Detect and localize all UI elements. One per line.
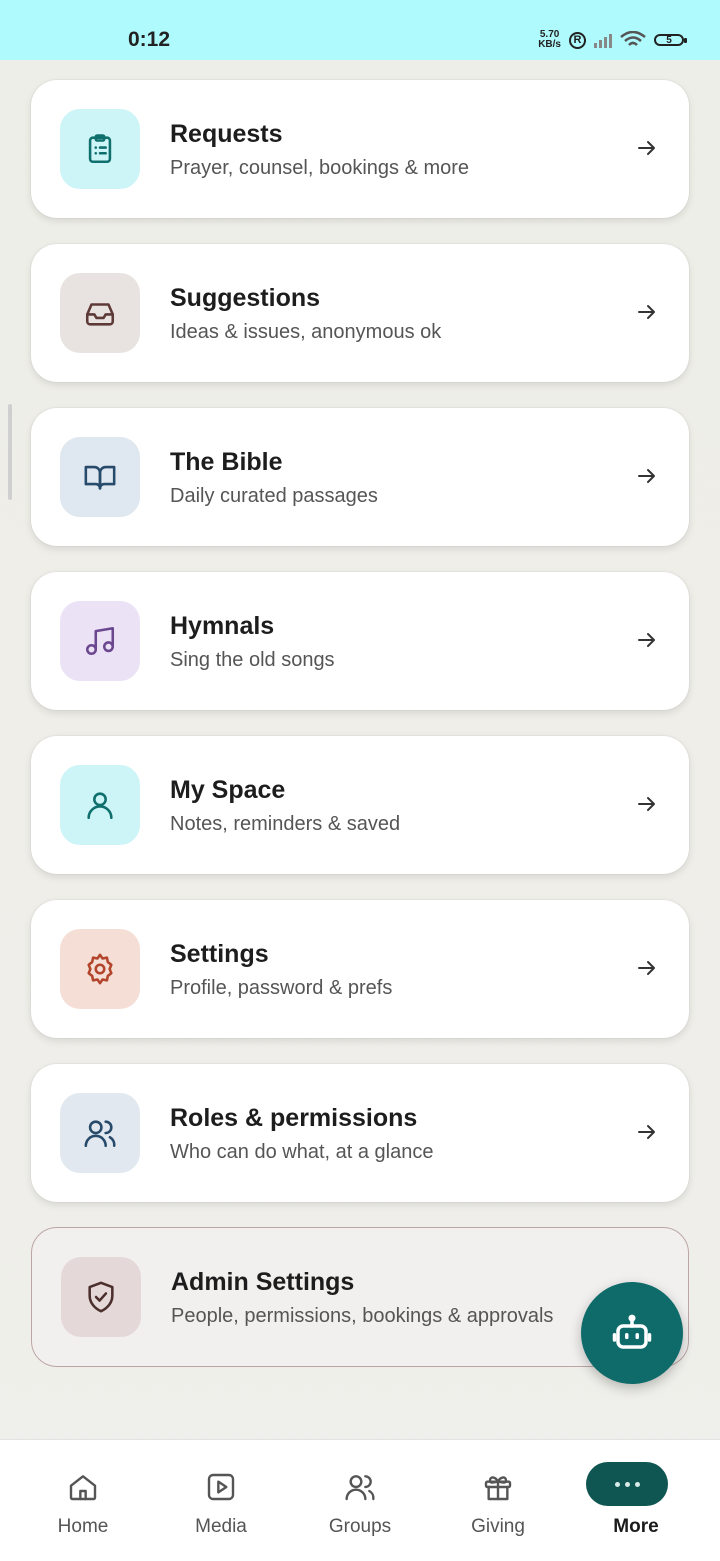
suggestions-icon-tile <box>60 273 140 353</box>
assistant-fab-button[interactable] <box>581 1282 683 1384</box>
arrow-right-icon <box>638 469 655 483</box>
clipboard-icon <box>88 134 112 164</box>
nav-label: Home <box>57 1516 109 1537</box>
play-icon <box>207 1473 235 1501</box>
menu-item-roles-permissions[interactable]: Roles & permissions Who can do what, at … <box>31 1064 689 1202</box>
menu-item-title: The Bible <box>170 448 283 476</box>
menu-item-subtitle: Notes, reminders & saved <box>170 813 401 835</box>
shield-check-icon <box>88 1281 114 1313</box>
menu-item-subtitle: People, permissions, bookings & approval… <box>171 1305 554 1327</box>
users-icon <box>345 1475 375 1501</box>
groups-icon-wrap <box>343 1470 377 1504</box>
menu-item-my-space[interactable]: My Space Notes, reminders & saved <box>31 736 689 874</box>
nav-item-giving[interactable]: Giving <box>426 1440 570 1561</box>
menu-item-title: Suggestions <box>170 284 321 312</box>
menu-item-title: Admin Settings <box>171 1268 355 1296</box>
inbox-icon <box>85 303 115 326</box>
nav-item-more[interactable]: More <box>564 1440 708 1561</box>
book-icon <box>84 465 116 490</box>
menu-item-subtitle: Sing the old songs <box>170 649 335 671</box>
menu-item-title: Roles & permissions <box>170 1104 418 1132</box>
admin-icon-tile <box>61 1257 141 1337</box>
nav-label: Giving <box>471 1516 525 1537</box>
nav-label: Groups <box>328 1516 392 1537</box>
nav-label: Media <box>195 1516 247 1537</box>
menu-item-requests[interactable]: Requests Prayer, counsel, bookings & mor… <box>31 80 689 218</box>
nav-item-media[interactable]: Media <box>149 1440 293 1561</box>
users-icon <box>84 1120 116 1148</box>
r-badge-icon: R <box>569 31 586 49</box>
gift-icon <box>484 1476 512 1501</box>
arrow-right-icon <box>638 797 655 811</box>
scroll-indicator <box>8 404 12 500</box>
battery-icon: 5 <box>654 34 687 46</box>
menu-item-subtitle: Profile, password & prefs <box>170 977 393 999</box>
arrow-right-icon <box>638 633 655 647</box>
menu-item-title: Hymnals <box>170 612 275 640</box>
gear-icon <box>87 953 113 985</box>
wifi-icon <box>620 31 646 46</box>
status-icons: 5.70 KB/s R 5 <box>538 30 687 50</box>
settings-icon-tile <box>60 929 140 1009</box>
arrow-right-icon <box>638 1125 655 1139</box>
nav-item-groups[interactable]: Groups <box>288 1440 432 1561</box>
signal-icon <box>594 32 612 48</box>
play-icon-wrap <box>204 1470 238 1504</box>
nav-item-home[interactable]: Home <box>11 1440 155 1561</box>
menu-item-subtitle: Prayer, counsel, bookings & more <box>170 157 470 179</box>
menu-item-subtitle: Ideas & issues, anonymous ok <box>170 321 442 343</box>
network-speed-unit: KB/s <box>538 39 561 50</box>
home-icon-wrap <box>66 1470 100 1504</box>
menu-item-title: Requests <box>170 120 283 148</box>
status-time: 0:12 <box>128 28 171 51</box>
home-icon <box>69 1475 97 1501</box>
menu-item-title: My Space <box>170 776 286 804</box>
bible-icon-tile <box>60 437 140 517</box>
menu-item-hymnals[interactable]: Hymnals Sing the old songs <box>31 572 689 710</box>
arrow-right-icon <box>638 141 655 155</box>
hymnals-icon-tile <box>60 601 140 681</box>
music-note-icon <box>85 626 115 656</box>
menu-item-subtitle: Daily curated passages <box>170 485 378 507</box>
arrow-right-icon <box>638 305 655 319</box>
roles-icon-tile <box>60 1093 140 1173</box>
more-dots-icon <box>586 1462 668 1506</box>
requests-icon-tile <box>60 109 140 189</box>
robot-icon <box>612 1314 652 1349</box>
network-speed: 5.70 KB/s <box>538 30 561 50</box>
status-bar: 0:12 5.70 KB/s R 5 <box>0 0 720 60</box>
arrow-right-icon <box>638 961 655 975</box>
menu-item-settings[interactable]: Settings Profile, password & prefs <box>31 900 689 1038</box>
user-icon <box>87 792 113 820</box>
nav-label: More <box>613 1516 659 1537</box>
menu-item-title: Settings <box>170 940 269 968</box>
my-space-icon-tile <box>60 765 140 845</box>
menu-item-subtitle: Who can do what, at a glance <box>170 1141 434 1163</box>
menu-item-the-bible[interactable]: The Bible Daily curated passages <box>31 408 689 546</box>
bottom-nav: Home Media Groups Giving More <box>0 1439 720 1561</box>
gift-icon-wrap <box>481 1470 515 1504</box>
menu-item-suggestions[interactable]: Suggestions Ideas & issues, anonymous ok <box>31 244 689 382</box>
